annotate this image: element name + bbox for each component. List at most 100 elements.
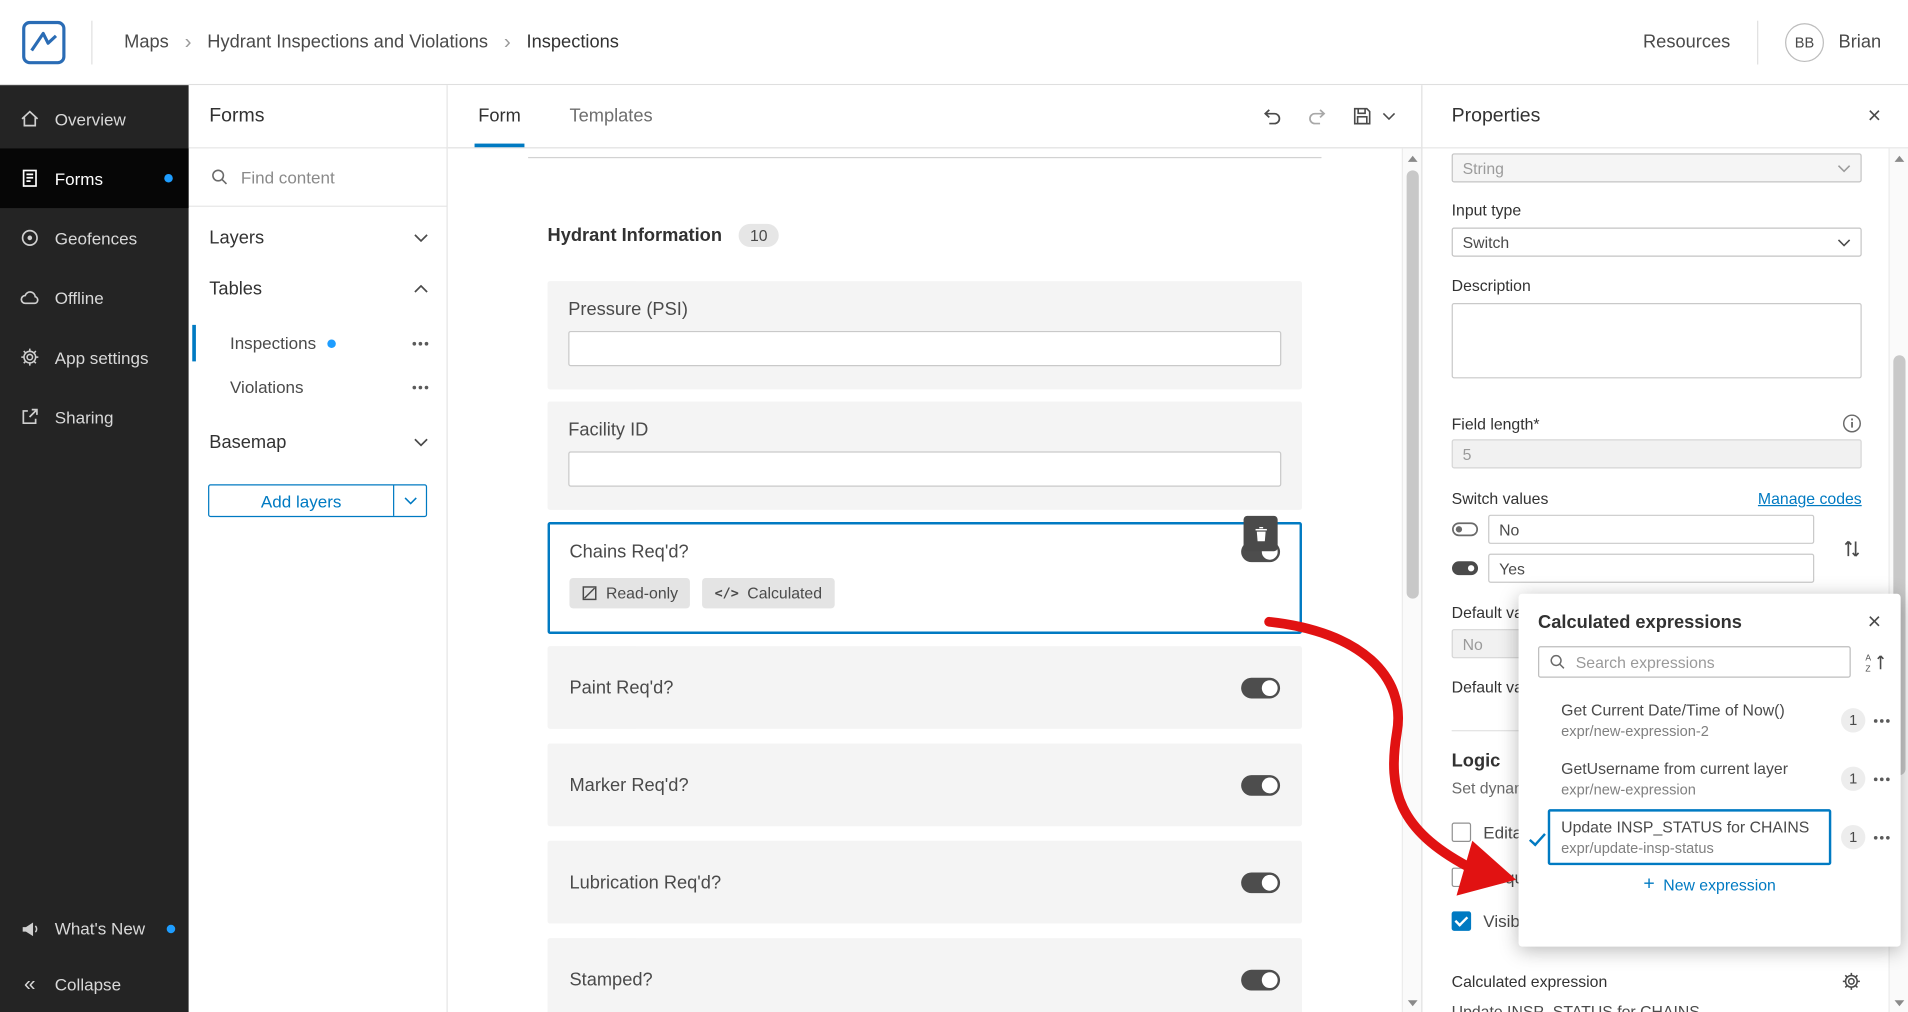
scrollbar-thumb[interactable] [1406,170,1419,599]
find-content-search[interactable] [188,148,447,207]
find-content-input[interactable] [240,167,424,187]
expression-item[interactable]: GetUsername from current layer expr/new-… [1548,751,1832,807]
field-card-stamped[interactable]: Stamped? [547,938,1302,1012]
sidebar-item-forms[interactable]: Forms [0,148,189,209]
ellipsis-icon [1879,835,1884,839]
basemap-group-row[interactable]: Basemap [189,416,447,467]
form-section-header: Hydrant Information 10 [548,223,1302,248]
info-icon[interactable] [1842,414,1861,433]
top-bar: Maps Hydrant Inspections and Violations … [0,0,1908,86]
table-item-inspections[interactable]: Inspections [189,321,447,365]
undo-icon [1264,109,1281,125]
editable-checkbox[interactable] [1451,822,1472,843]
item-options-button[interactable] [416,378,425,396]
field-badges: Read-only </> Calculated [569,577,1280,609]
redo-button[interactable] [1307,106,1328,127]
manage-codes-link[interactable]: Manage codes [1758,489,1862,507]
tables-label: Tables [209,278,263,299]
field-card-facility-id[interactable]: Facility ID [547,401,1302,510]
field-text-input[interactable] [568,330,1282,367]
expression-search-input[interactable] [1575,652,1840,672]
forms-panel: Forms Layers Tables Inspections Violatio… [188,85,448,1012]
add-layers-button[interactable]: Add layers [209,486,393,516]
topbar-divider [91,20,93,64]
scroll-down-button[interactable] [1890,993,1908,1012]
badge-label: Read-only [605,584,679,603]
sidebar-item-app-settings[interactable]: App settings [0,327,189,387]
field-card-marker[interactable]: Marker Req'd? [547,743,1302,827]
gear-icon[interactable] [1841,971,1862,992]
selection-check-slot [1526,828,1548,846]
switch-on-value-input[interactable] [1488,553,1815,583]
properties-header: Properties [1422,85,1908,149]
topbar-right: Resources BB Brian [1643,20,1908,64]
resources-link[interactable]: Resources [1643,32,1730,53]
sidebar-item-label: Collapse [54,974,122,995]
input-type-select[interactable]: Switch [1451,227,1862,257]
field-switch-toggle[interactable] [1241,677,1281,698]
field-card-pressure[interactable]: Pressure (PSI) [547,281,1302,390]
description-textarea[interactable] [1451,302,1862,379]
close-icon[interactable] [1868,611,1882,634]
field-length-label: Field length* [1451,414,1540,433]
sidebar-item-sharing[interactable]: Sharing [0,387,189,447]
forms-panel-title: Forms [188,85,447,149]
sidebar-item-geofences[interactable]: Geofences [0,208,189,268]
item-options-button[interactable] [1878,711,1887,729]
item-options-button[interactable] [416,334,425,352]
sidebar-item-whats-new[interactable]: What's New [0,900,189,956]
field-switch-toggle[interactable] [1241,969,1281,990]
triangle-up-icon [1407,155,1417,162]
tab-form[interactable]: Form [474,85,525,148]
add-layers-dropdown-button[interactable] [393,485,426,516]
read-only-badge: Read-only [569,577,691,609]
reorder-icon[interactable] [1842,538,1861,560]
sort-ascending-button[interactable]: AZ [1865,652,1886,672]
expression-subtitle: expr/update-insp-status [1561,839,1714,857]
item-options-button[interactable] [1878,770,1887,788]
scroll-down-button[interactable] [1403,993,1421,1012]
switch-off-value-input[interactable] [1488,514,1815,544]
sidebar-item-offline[interactable]: Offline [0,268,189,328]
table-item-violations[interactable]: Violations [189,365,447,409]
delete-field-button[interactable] [1243,515,1278,552]
undo-button[interactable] [1262,106,1283,127]
sidebar-item-label: Geofences [54,228,138,248]
topbar-divider [1757,20,1759,64]
save-dropdown-button[interactable] [1382,112,1396,121]
expression-search-box[interactable] [1538,646,1851,678]
layers-group-row[interactable]: Layers [189,212,447,263]
tables-group-row[interactable]: Tables [189,263,447,314]
sidebar-item-overview[interactable]: Overview [0,89,189,149]
field-card-paint[interactable]: Paint Req'd? [547,646,1302,729]
user-name[interactable]: Brian [1839,32,1882,53]
canvas-scrollbar[interactable] [1401,148,1422,1012]
field-card-chains-selected[interactable]: Chains Req'd? Read-only </> Calculated [547,515,1302,634]
breadcrumb-maps[interactable]: Maps [124,32,169,53]
close-icon[interactable] [1868,105,1882,128]
breadcrumb-separator-icon [185,30,192,54]
expression-item[interactable]: Get Current Date/Time of Now() expr/new-… [1548,692,1832,748]
required-checkbox[interactable] [1451,867,1472,888]
field-card-lubrication[interactable]: Lubrication Req'd? [547,840,1302,924]
cloud-icon [19,287,40,308]
breadcrumb-map-name[interactable]: Hydrant Inspections and Violations [207,32,488,53]
field-switch-toggle[interactable] [1241,774,1281,796]
new-expression-button[interactable]: New expression [1519,875,1901,894]
expression-item-selected[interactable]: Update INSP_STATUS for CHAINS expr/updat… [1547,809,1832,866]
save-button[interactable] [1352,106,1373,127]
field-text-input[interactable] [568,451,1282,487]
field-switch-toggle[interactable] [1241,871,1281,893]
visible-checkbox[interactable] [1451,911,1472,931]
sidebar-collapse-button[interactable]: Collapse [0,956,189,1012]
scroll-up-button[interactable] [1403,148,1421,167]
table-item-label: Inspections [229,333,317,353]
avatar[interactable]: BB [1785,22,1824,62]
tab-templates[interactable]: Templates [566,85,656,147]
notification-dot [164,174,173,183]
section-count-badge: 10 [739,223,779,248]
item-options-button[interactable] [1878,828,1887,846]
properties-title: Properties [1451,105,1541,126]
expression-list: Get Current Date/Time of Now() expr/new-… [1519,692,1901,866]
scroll-up-button[interactable] [1890,148,1908,167]
